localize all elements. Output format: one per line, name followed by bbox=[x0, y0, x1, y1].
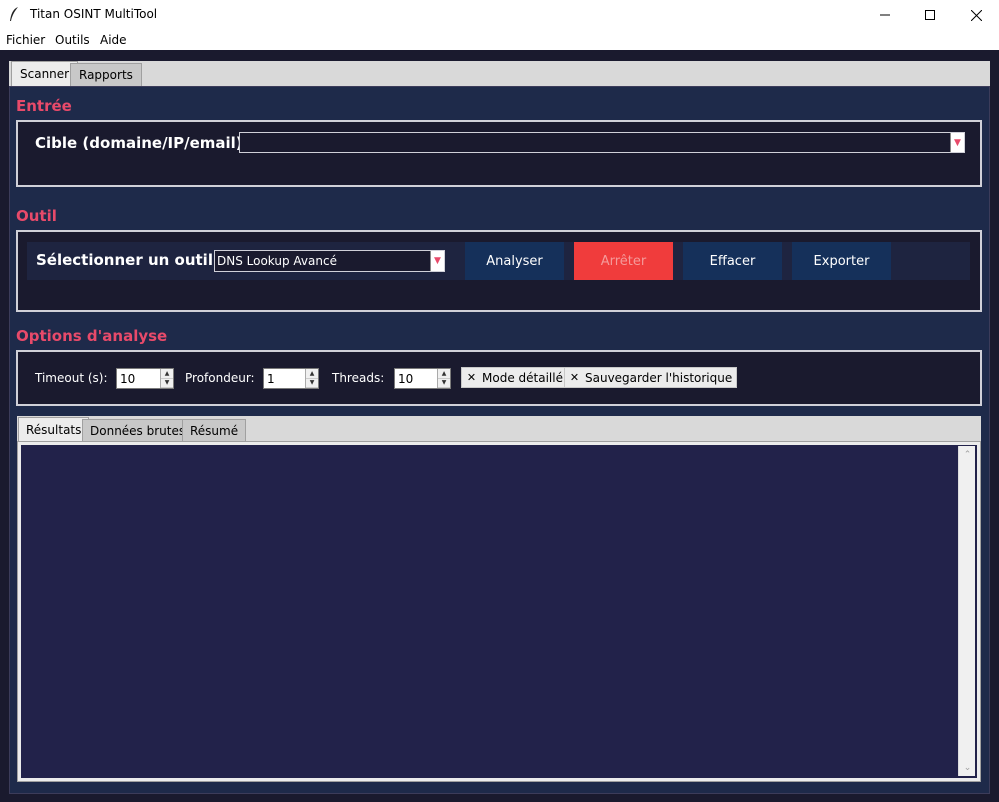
depth-label: Profondeur: bbox=[185, 371, 255, 385]
export-button[interactable]: Exporter bbox=[792, 242, 891, 280]
check-icon: ✕ bbox=[466, 371, 477, 384]
menu-bar bbox=[0, 30, 999, 50]
feather-icon bbox=[8, 6, 20, 26]
spin-up-icon[interactable]: ▲ bbox=[438, 369, 450, 379]
target-combobox[interactable]: ▼ bbox=[239, 132, 965, 153]
spin-down-icon[interactable]: ▼ bbox=[306, 378, 318, 388]
timeout-value: 10 bbox=[120, 372, 136, 386]
results-scrollbar[interactable]: ⌃ ⌄ bbox=[958, 446, 975, 776]
target-label: Cible (domaine/IP/email) : bbox=[35, 134, 254, 152]
tab-donnees-brutes[interactable]: Données brutes bbox=[82, 419, 194, 441]
tab-scanner[interactable]: Scanner bbox=[11, 61, 79, 86]
maximize-button[interactable] bbox=[907, 0, 953, 30]
spin-up-icon[interactable]: ▲ bbox=[161, 369, 173, 379]
section-title-outil: Outil bbox=[16, 207, 57, 225]
main-tabbar bbox=[9, 61, 990, 86]
timeout-spinbox[interactable]: 10 ▲ ▼ bbox=[116, 368, 174, 389]
tab-resume[interactable]: Résumé bbox=[182, 419, 247, 441]
tab-rapports[interactable]: Rapports bbox=[70, 63, 142, 86]
depth-spinbox[interactable]: 1 ▲ ▼ bbox=[263, 368, 319, 389]
spin-up-icon[interactable]: ▲ bbox=[306, 369, 318, 379]
save-history-checkbox[interactable]: ✕ Sauvegarder l'historique bbox=[564, 367, 738, 388]
menu-fichier[interactable]: Fichier bbox=[6, 33, 45, 47]
menu-outils[interactable]: Outils bbox=[55, 33, 90, 47]
entree-group bbox=[16, 120, 982, 187]
check-icon: ✕ bbox=[569, 371, 580, 384]
threads-label: Threads: bbox=[332, 371, 385, 385]
select-tool-label: Sélectionner un outil : bbox=[36, 251, 225, 269]
detailed-mode-checkbox[interactable]: ✕ Mode détaillé bbox=[461, 367, 568, 388]
tool-combobox[interactable]: DNS Lookup Avancé ▼ bbox=[214, 250, 445, 272]
threads-value: 10 bbox=[398, 372, 414, 386]
stop-button[interactable]: Arrêter bbox=[574, 242, 673, 280]
close-button[interactable] bbox=[953, 0, 999, 30]
results-textarea[interactable] bbox=[21, 445, 977, 778]
dropdown-arrow-icon[interactable]: ▼ bbox=[430, 251, 444, 271]
save-history-label: Sauvegarder l'historique bbox=[585, 370, 733, 385]
selected-tool: DNS Lookup Avancé bbox=[217, 254, 337, 268]
clear-button[interactable]: Effacer bbox=[683, 242, 782, 280]
section-title-entree: Entrée bbox=[16, 97, 72, 115]
dropdown-arrow-icon[interactable]: ▼ bbox=[950, 133, 964, 152]
scroll-down-icon[interactable]: ⌄ bbox=[959, 759, 976, 776]
threads-spinbox[interactable]: 10 ▲ ▼ bbox=[394, 368, 451, 389]
minimize-button[interactable] bbox=[862, 0, 908, 30]
window-title: Titan OSINT MultiTool bbox=[30, 7, 158, 21]
section-title-options: Options d'analyse bbox=[16, 327, 168, 345]
menu-aide[interactable]: Aide bbox=[100, 33, 127, 47]
spin-down-icon[interactable]: ▼ bbox=[161, 378, 173, 388]
tab-resultats[interactable]: Résultats bbox=[18, 417, 90, 441]
spin-down-icon[interactable]: ▼ bbox=[438, 378, 450, 388]
analyze-button[interactable]: Analyser bbox=[465, 242, 564, 280]
detailed-mode-label: Mode détaillé bbox=[482, 370, 563, 385]
timeout-label: Timeout (s): bbox=[35, 371, 108, 385]
scroll-up-icon[interactable]: ⌃ bbox=[959, 446, 976, 463]
depth-value: 1 bbox=[267, 372, 275, 386]
